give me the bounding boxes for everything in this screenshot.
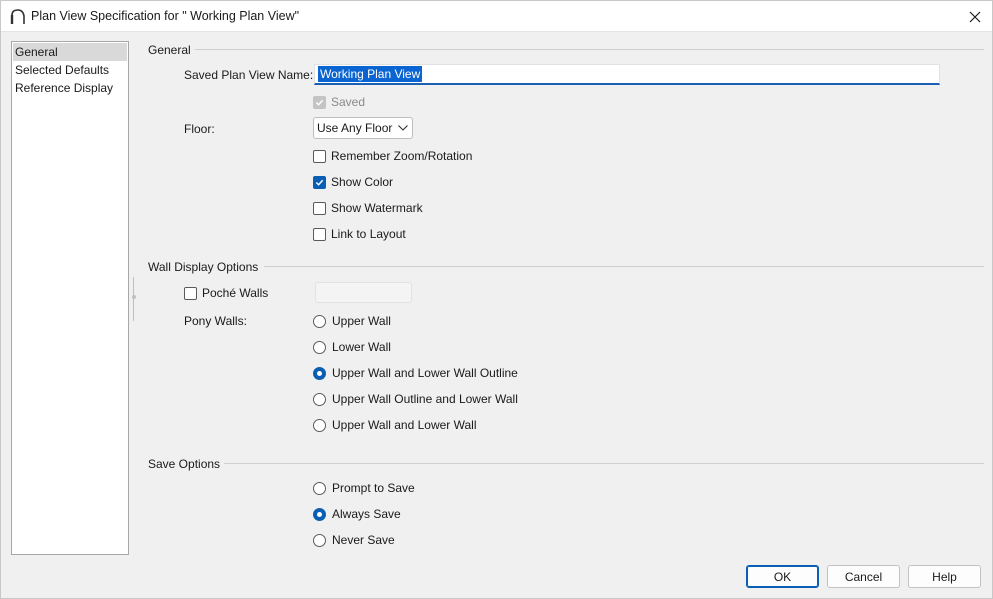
pony-option-upper-wall[interactable]: Upper Wall [313,313,391,329]
pony-option-upper-and-lower[interactable]: Upper Wall and Lower Wall [313,417,477,433]
help-button[interactable]: Help [908,565,981,588]
close-button[interactable] [958,1,992,32]
save-option-always[interactable]: Always Save [313,506,401,522]
title-bar: Plan View Specification for " Working Pl… [1,1,992,32]
nav-item-general[interactable]: General [13,43,127,61]
always-save-label: Always Save [332,507,401,521]
wall-display-group-divider [264,266,984,267]
pony-upper-and-lower-radio[interactable] [313,418,326,432]
saved-label: Saved [331,95,366,109]
show-color-label: Show Color [331,175,394,189]
link-to-layout-row[interactable]: Link to Layout [313,226,406,242]
pony-upper-outline-lower-radio[interactable] [313,392,326,406]
floor-label: Floor: [184,122,215,136]
general-group-divider [195,49,984,50]
pony-upper-lower-outline-label: Upper Wall and Lower Wall Outline [332,366,518,380]
link-to-layout-checkbox[interactable] [313,227,326,241]
never-save-radio[interactable] [313,533,326,547]
prompt-to-save-label: Prompt to Save [332,481,415,495]
app-arch-icon [10,9,25,24]
chevron-down-icon [394,118,412,138]
category-list[interactable]: General Selected Defaults Reference Disp… [11,41,129,555]
pony-upper-lower-outline-radio[interactable] [313,366,326,380]
poche-color-swatch[interactable] [315,282,412,303]
show-color-checkbox[interactable] [313,175,326,189]
link-to-layout-label: Link to Layout [331,227,406,241]
pony-lower-wall-label: Lower Wall [332,340,391,354]
pony-upper-and-lower-label: Upper Wall and Lower Wall [332,418,477,432]
dialog-window: Plan View Specification for " Working Pl… [0,0,993,599]
cancel-button[interactable]: Cancel [827,565,900,588]
save-options-group-header: Save Options [148,457,221,471]
window-title: Plan View Specification for " Working Pl… [31,9,300,23]
poche-walls-label: Poché Walls [202,286,269,300]
close-icon [969,11,981,22]
show-watermark-row[interactable]: Show Watermark [313,200,423,216]
pony-option-upper-lower-outline[interactable]: Upper Wall and Lower Wall Outline [313,365,518,381]
poche-walls-row[interactable]: Poché Walls [184,285,268,301]
pony-upper-outline-lower-label: Upper Wall Outline and Lower Wall [332,392,518,406]
save-options-group-divider [224,463,984,464]
show-watermark-label: Show Watermark [331,201,423,215]
checkmark-icon [315,179,324,186]
saved-plan-view-name-label: Saved Plan View Name: [184,68,314,82]
panel-splitter[interactable] [133,277,135,321]
floor-dropdown-value: Use Any Floor [317,121,393,135]
remember-zoom-row[interactable]: Remember Zoom/Rotation [313,148,472,164]
pony-upper-wall-label: Upper Wall [332,314,391,328]
show-color-row[interactable]: Show Color [313,174,393,190]
pony-lower-wall-radio[interactable] [313,340,326,354]
saved-plan-view-name-value: Working Plan View [318,66,423,82]
pony-walls-label: Pony Walls: [184,314,247,328]
remember-zoom-checkbox[interactable] [313,149,326,163]
saved-checkbox-row: Saved [313,94,365,110]
pony-option-lower-wall[interactable]: Lower Wall [313,339,391,355]
saved-plan-view-name-input[interactable]: Working Plan View [314,64,940,85]
general-group-header: General [148,43,191,57]
wall-display-group-header: Wall Display Options [148,260,259,274]
remember-zoom-label: Remember Zoom/Rotation [331,149,473,163]
poche-walls-checkbox[interactable] [184,286,197,300]
never-save-label: Never Save [332,533,395,547]
save-option-prompt[interactable]: Prompt to Save [313,480,415,496]
pony-option-upper-outline-lower[interactable]: Upper Wall Outline and Lower Wall [313,391,518,407]
nav-item-reference-display[interactable]: Reference Display [12,79,128,97]
floor-dropdown[interactable]: Use Any Floor [313,117,413,139]
save-option-never[interactable]: Never Save [313,532,395,548]
show-watermark-checkbox[interactable] [313,201,326,215]
always-save-radio[interactable] [313,507,326,521]
checkmark-icon [315,99,324,106]
splitter-grip [132,295,136,299]
saved-checkbox [313,95,326,109]
pony-upper-wall-radio[interactable] [313,314,326,328]
ok-button[interactable]: OK [746,565,819,588]
nav-item-selected-defaults[interactable]: Selected Defaults [12,61,128,79]
prompt-to-save-radio[interactable] [313,481,326,495]
